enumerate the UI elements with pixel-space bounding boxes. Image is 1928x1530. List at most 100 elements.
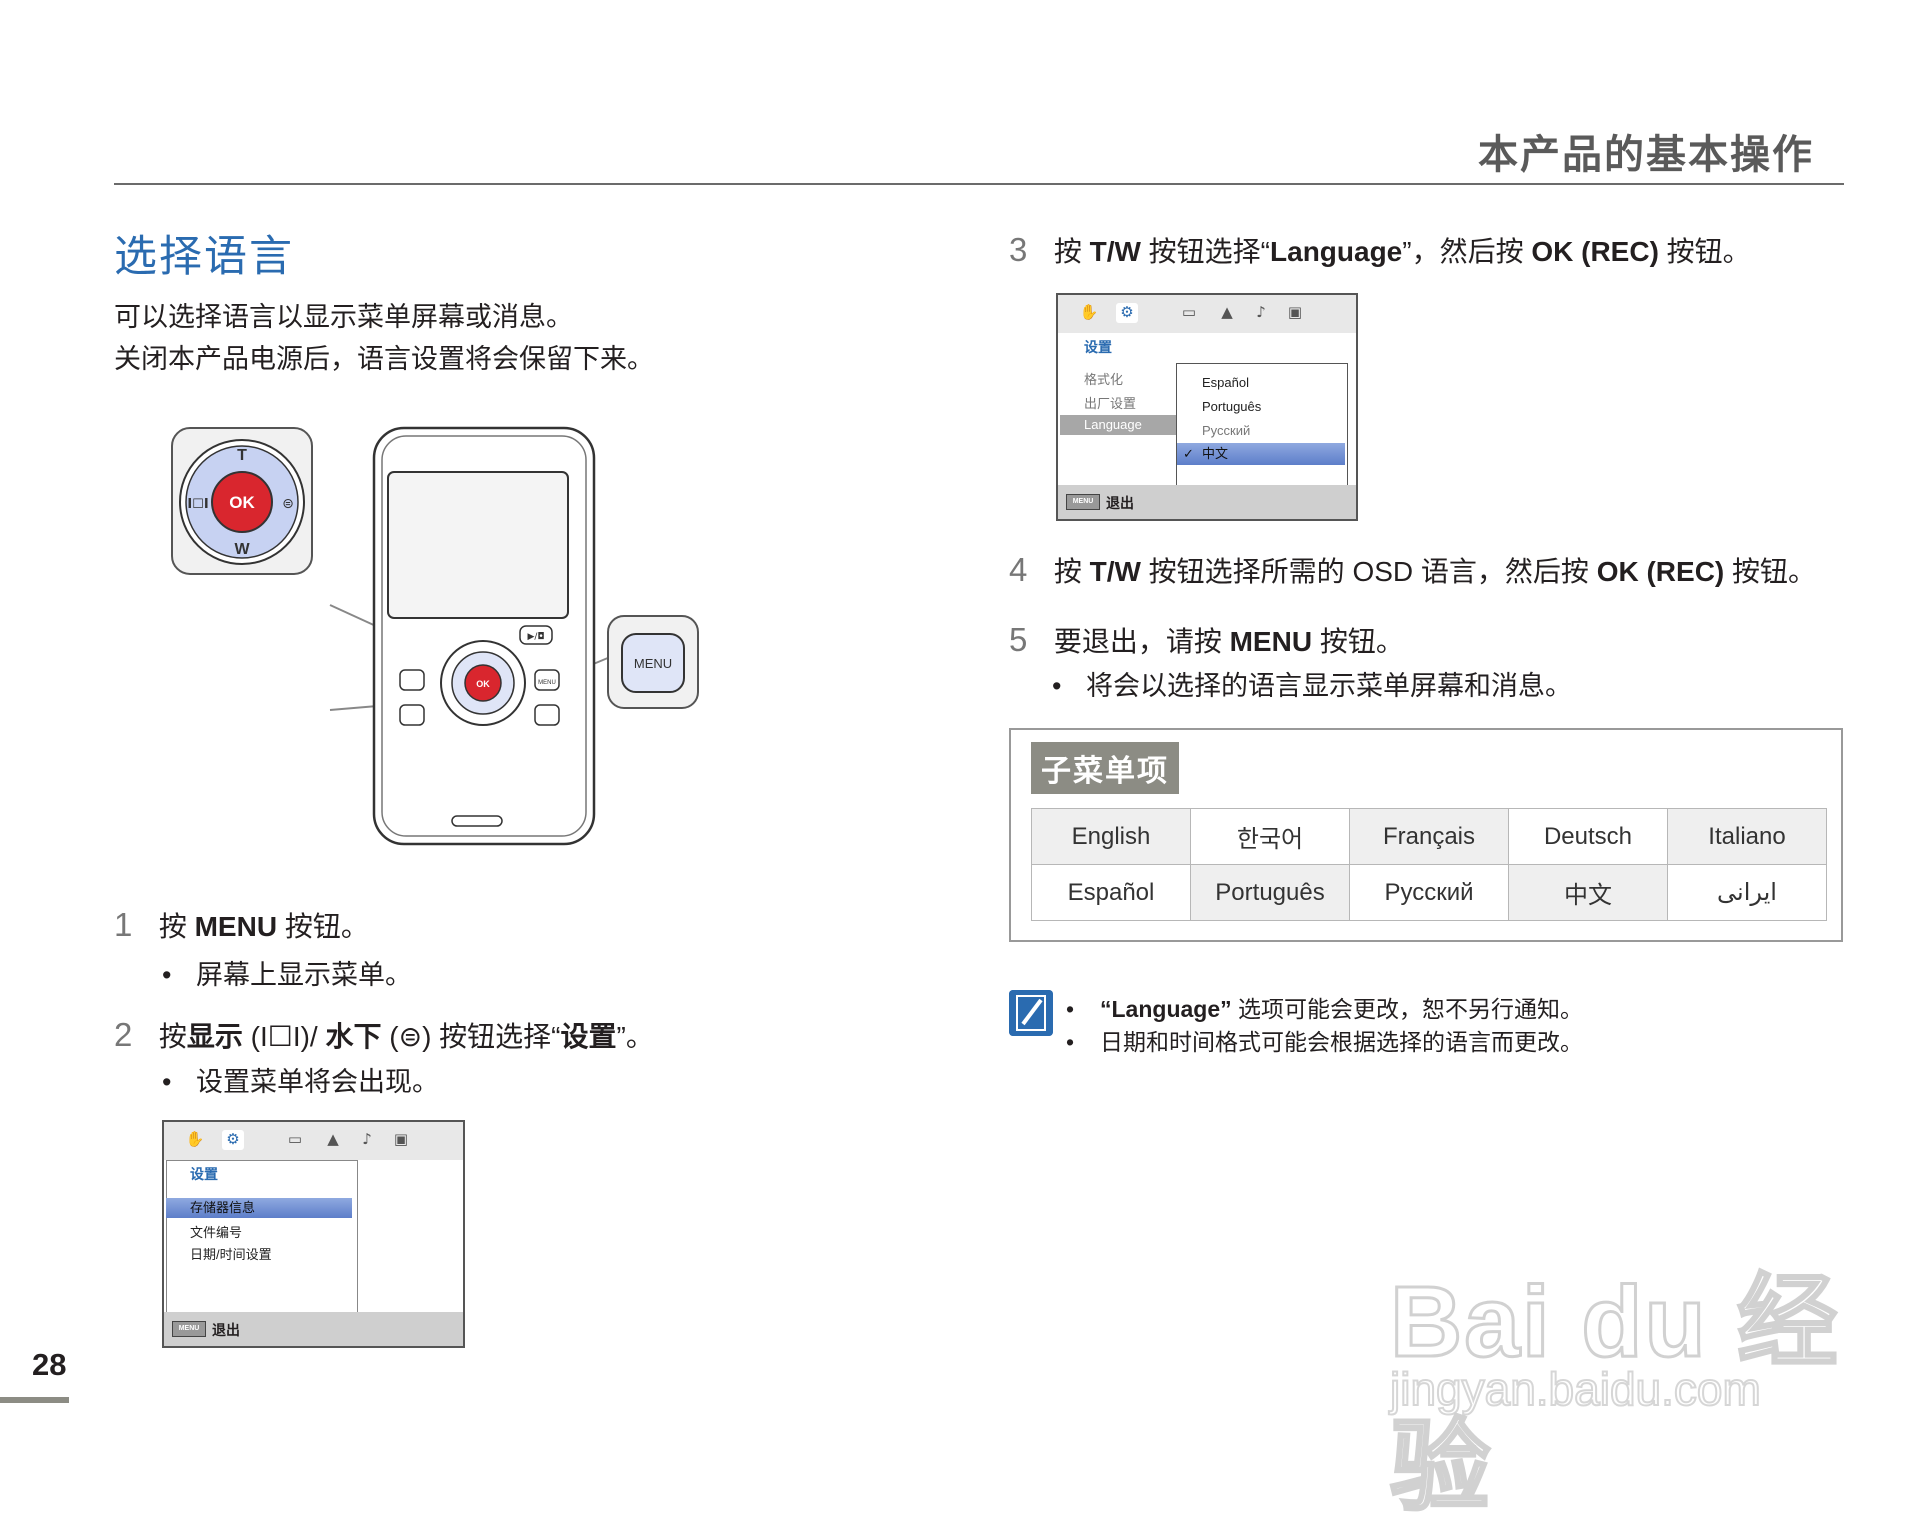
gear-icon: ⚙ bbox=[1116, 303, 1138, 323]
intro-text: 可以选择语言以显示菜单屏幕或消息。 关闭本产品电源后，语言设置将会保留下来。 bbox=[114, 296, 654, 380]
step-2-key-display: 显示 bbox=[186, 1021, 243, 1052]
menu-item-memory-info[interactable]: 存储器信息 bbox=[166, 1198, 352, 1218]
menu-tab-setting-2: 设置 bbox=[1084, 339, 1112, 355]
option-russian[interactable]: Русский bbox=[1202, 423, 1250, 438]
option-portugues[interactable]: Português bbox=[1202, 399, 1261, 414]
gear-icon: ⚙ bbox=[222, 1130, 244, 1150]
check-icon: ✓ bbox=[1183, 446, 1194, 461]
step-3-text-c: 按钮选择“ bbox=[1140, 236, 1271, 267]
menu-item-language[interactable]: Language bbox=[1060, 415, 1178, 435]
step-1-bullet: • 屏幕上显示菜单。 bbox=[162, 960, 412, 990]
step-4-key-ok: OK (REC) bbox=[1596, 556, 1725, 587]
step-3-text-g: 按钮。 bbox=[1658, 236, 1751, 267]
table-row: Español Português Русский 中文 ایرانی bbox=[1031, 864, 1827, 921]
menu-footer-button: MENU bbox=[172, 1321, 206, 1337]
note-2: • 日期和时间格式可能会根据选择的语言而更改。 bbox=[1066, 1029, 1583, 1055]
header-divider bbox=[114, 183, 1844, 185]
hand-icon: ✋ bbox=[1079, 303, 1099, 321]
note-1-text: 选项可能会更改，恕不另行通知。 bbox=[1231, 996, 1584, 1022]
page-header-title: 本产品的基本操作 bbox=[1478, 133, 1814, 177]
step-1: 1 按 MENU 按钮。 bbox=[114, 905, 369, 945]
step-2-text-e: (⊜) 按钮选择“ bbox=[381, 1021, 561, 1052]
table-cell: Italiano bbox=[1667, 808, 1827, 865]
menu-item-file-number[interactable]: 文件编号 bbox=[190, 1222, 242, 1241]
step-5-text-c: 按钮。 bbox=[1312, 626, 1404, 657]
step-3-text-e: ”，然后按 bbox=[1402, 236, 1532, 267]
option-espanol[interactable]: Español bbox=[1202, 375, 1249, 390]
step-1-number: 1 bbox=[114, 906, 133, 943]
battery-icon: ▭ bbox=[1181, 303, 1197, 321]
svg-text:W: W bbox=[234, 541, 250, 558]
step-5-text-a: 要退出，请按 bbox=[1053, 626, 1230, 657]
table-cell: 한국어 bbox=[1190, 808, 1350, 865]
ok-label: OK bbox=[229, 493, 255, 512]
table-cell: English bbox=[1031, 808, 1191, 865]
menu-footer-2: MENU 退出 bbox=[1058, 485, 1356, 519]
step-5-bullet: • 将会以选择的语言显示菜单屏幕和消息。 bbox=[1052, 671, 1572, 701]
svg-text:MENU: MENU bbox=[634, 656, 672, 671]
table-cell: 中文 bbox=[1508, 864, 1668, 921]
step-4-number: 4 bbox=[1009, 551, 1028, 588]
table-cell: ایرانی bbox=[1667, 864, 1827, 921]
step-4-text-e: 按钮。 bbox=[1724, 556, 1817, 587]
submenu-label: 子菜单项 bbox=[1031, 742, 1179, 794]
option-chinese-label: 中文 bbox=[1202, 446, 1229, 461]
menu-footer-exit: 退出 bbox=[212, 1322, 240, 1338]
step-2-key-underwater: 水下 bbox=[325, 1021, 382, 1052]
language-table: English 한국어 Français Deutsch Italiano Es… bbox=[1031, 808, 1827, 921]
music-icon: ♪ bbox=[362, 1130, 372, 1148]
menu-footer: MENU 退出 bbox=[164, 1312, 463, 1346]
step-2-setting: 设置 bbox=[560, 1021, 617, 1052]
step-2-bullet: • 设置菜单将会出现。 bbox=[162, 1067, 439, 1097]
step-5: 5 要退出，请按 MENU 按钮。 bbox=[1009, 620, 1404, 660]
menu-footer-exit-2: 退出 bbox=[1106, 495, 1134, 511]
step-1-bullet-text: 屏幕上显示菜单。 bbox=[196, 960, 412, 990]
music-icon: ♪ bbox=[1256, 303, 1266, 321]
intro-line-2: 关闭本产品电源后，语言设置将会保留下来。 bbox=[114, 344, 654, 374]
note-1-keyword: “Language” bbox=[1100, 996, 1232, 1022]
svg-text:I☐I: I☐I bbox=[187, 497, 208, 512]
svg-text:▶/◘: ▶/◘ bbox=[527, 632, 544, 642]
menu-icon-bar-2: ✋ ⚙ ▭ ▲ ♪ ▣ bbox=[1058, 295, 1356, 333]
table-cell: Русский bbox=[1349, 864, 1509, 921]
step-1-text: 按 bbox=[158, 911, 195, 942]
step-5-bullet-text: 将会以选择的语言显示菜单屏幕和消息。 bbox=[1086, 671, 1572, 701]
step-2-text-a: 按 bbox=[158, 1021, 187, 1052]
hand-icon: ✋ bbox=[185, 1130, 205, 1148]
step-2-text-g: ”。 bbox=[616, 1021, 654, 1052]
section-title: 选择语言 bbox=[114, 233, 294, 281]
step-3-key-ok: OK (REC) bbox=[1531, 236, 1659, 267]
step-5-key-menu: MENU bbox=[1229, 626, 1313, 657]
step-5-number: 5 bbox=[1009, 621, 1028, 658]
menu-item-format[interactable]: 格式化 bbox=[1084, 369, 1123, 388]
step-4-key-tw: T/W bbox=[1089, 556, 1141, 587]
menu-item-date-time[interactable]: 日期/时间设置 bbox=[190, 1244, 272, 1263]
camera-illustration: ▶/◘ OK MENU OK T W I☐I ⊜ MENU bbox=[171, 426, 699, 846]
step-4: 4 按 T/W 按钮选择所需的 OSD 语言，然后按 OK (REC) 按钮。 bbox=[1009, 550, 1816, 590]
menu-item-factory-reset[interactable]: 出厂设置 bbox=[1084, 393, 1136, 412]
svg-text:T: T bbox=[237, 447, 247, 464]
menu-tab-setting: 设置 bbox=[190, 1166, 218, 1182]
note-1: • “Language” 选项可能会更改，恕不另行通知。 bbox=[1066, 996, 1584, 1022]
table-cell: Português bbox=[1190, 864, 1350, 921]
step-4-text-a: 按 bbox=[1053, 556, 1090, 587]
frame-icon: ▣ bbox=[393, 1130, 409, 1148]
step-1-text-end: 按钮。 bbox=[277, 911, 369, 942]
menu-icon-bar: ✋ ⚙ ▭ ▲ ♪ ▣ bbox=[164, 1122, 463, 1160]
step-2-number: 2 bbox=[114, 1016, 133, 1053]
table-cell: Français bbox=[1349, 808, 1509, 865]
frame-icon: ▣ bbox=[1287, 303, 1303, 321]
table-cell: Español bbox=[1031, 864, 1191, 921]
step-3-key-tw: T/W bbox=[1089, 236, 1141, 267]
battery-icon: ▭ bbox=[287, 1130, 303, 1148]
option-chinese-selected[interactable]: ✓ 中文 bbox=[1177, 443, 1345, 465]
page-number: 28 bbox=[32, 1347, 67, 1382]
language-menu-screenshot: ✋ ⚙ ▭ ▲ ♪ ▣ 设置 格式化 出厂设置 Language Español… bbox=[1056, 293, 1358, 521]
step-1-key: MENU bbox=[194, 911, 278, 942]
step-2: 2 按显示 (I☐I)/ 水下 (⊜) 按钮选择“设置”。 bbox=[114, 1015, 654, 1055]
step-3-number: 3 bbox=[1009, 231, 1028, 268]
step-3: 3 按 T/W 按钮选择“Language”，然后按 OK (REC) 按钮。 bbox=[1009, 230, 1751, 270]
svg-text:MENU: MENU bbox=[538, 680, 556, 686]
table-row: English 한국어 Français Deutsch Italiano bbox=[1031, 808, 1827, 865]
page-number-bar bbox=[0, 1397, 69, 1403]
